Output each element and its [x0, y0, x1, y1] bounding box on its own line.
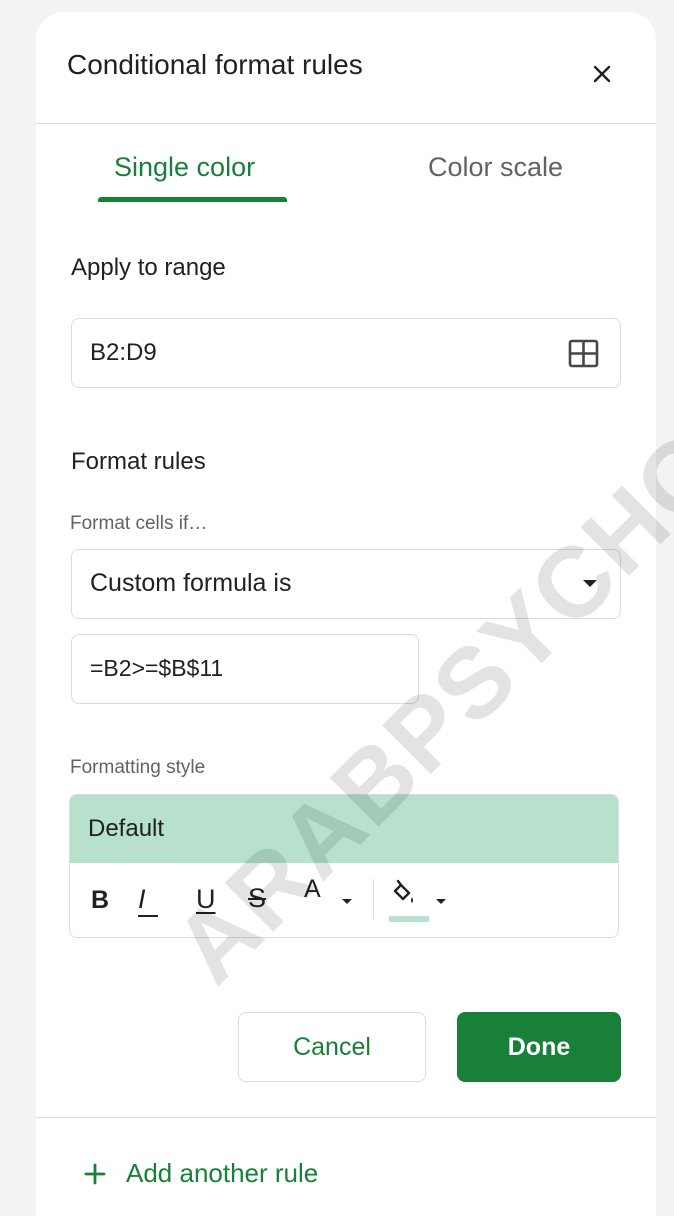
plus-icon — [84, 1163, 106, 1184]
condition-select[interactable]: Custom formula is — [71, 549, 621, 619]
done-button[interactable]: Done — [457, 1012, 621, 1082]
active-tab-indicator — [98, 197, 287, 202]
tab-single-color[interactable]: Single color — [114, 152, 255, 183]
text-color-caret-icon — [342, 899, 352, 904]
style-preview[interactable]: Default — [70, 795, 618, 863]
panel-header: Conditional format rules — [36, 12, 656, 124]
dropdown-caret-icon — [583, 580, 597, 587]
format-cells-if-label: Format cells if… — [70, 513, 208, 534]
cancel-button[interactable]: Cancel — [238, 1012, 426, 1082]
range-value: B2:D9 — [90, 339, 157, 366]
text-color-button[interactable]: A — [304, 877, 321, 902]
close-button[interactable] — [582, 54, 622, 94]
custom-formula-value: =B2>=$B$11 — [90, 655, 224, 681]
close-icon — [593, 65, 611, 83]
formatting-style-box: Default B I U S A — [69, 794, 619, 938]
select-range-grid-icon[interactable] — [568, 339, 599, 368]
fill-color-swatch — [389, 916, 429, 922]
bold-button[interactable]: B — [91, 888, 109, 913]
rule-type-tabs: Single color Color scale — [36, 124, 656, 204]
fill-color-icon[interactable] — [393, 879, 431, 911]
conditional-format-panel: Conditional format rules Single color Co… — [36, 12, 656, 1216]
style-preview-label: Default — [88, 815, 165, 842]
condition-selected-value: Custom formula is — [90, 569, 292, 597]
footer-divider — [36, 1117, 656, 1118]
italic-button[interactable]: I — [138, 886, 146, 913]
italic-underline-mark — [138, 915, 158, 917]
fill-color-caret-icon — [436, 899, 446, 904]
style-toolbar: B I U S A — [70, 863, 618, 937]
strikethrough-button[interactable]: S — [248, 885, 266, 912]
add-another-rule-button[interactable]: Add another rule — [84, 1158, 318, 1189]
range-input[interactable]: B2:D9 — [71, 318, 621, 388]
apply-to-range-label: Apply to range — [71, 254, 226, 281]
panel-title: Conditional format rules — [67, 49, 363, 80]
add-another-rule-label: Add another rule — [126, 1158, 319, 1188]
formatting-style-label: Formatting style — [70, 757, 206, 778]
tab-color-scale[interactable]: Color scale — [428, 152, 563, 183]
underline-button[interactable]: U — [196, 886, 216, 913]
format-rules-heading: Format rules — [71, 448, 206, 475]
toolbar-divider — [373, 879, 374, 919]
custom-formula-input[interactable]: =B2>=$B$11 — [71, 634, 419, 704]
